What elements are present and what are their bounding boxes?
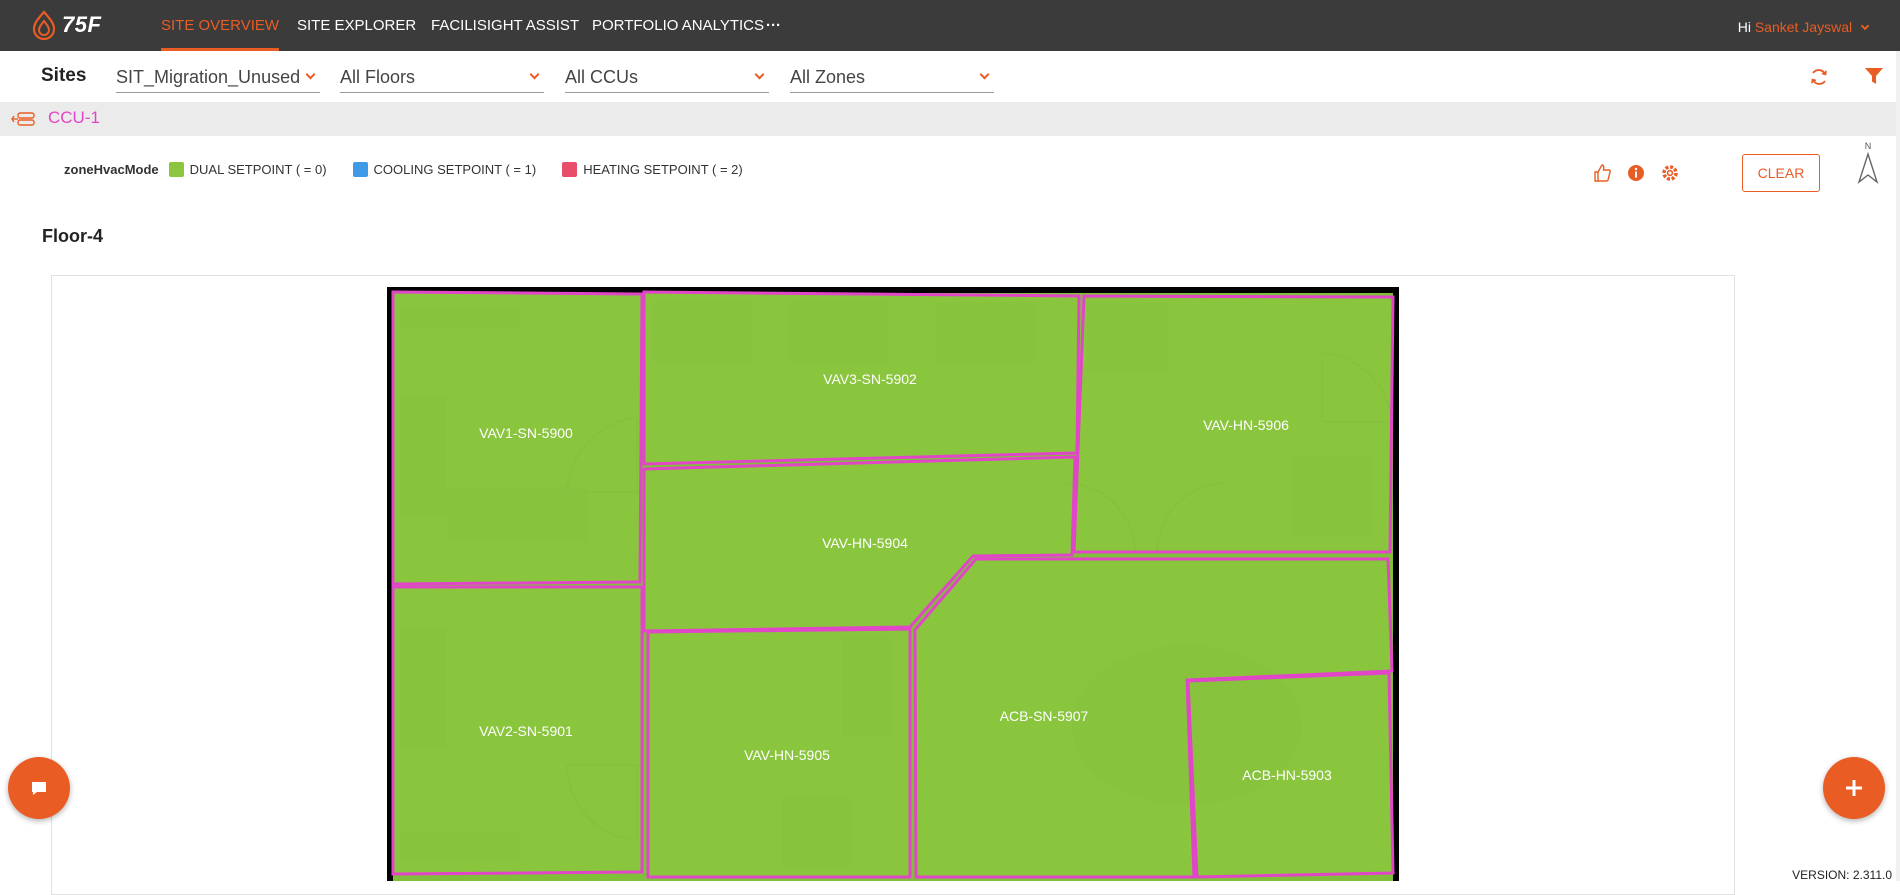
chevron-down-icon (754, 69, 765, 80)
add-button[interactable] (1823, 757, 1885, 819)
chevron-down-icon (529, 69, 540, 80)
zone-select-value: All Zones (790, 67, 866, 87)
zone-label-vav1-sn-5900: VAV1-SN-5900 (479, 425, 573, 441)
legend-item-heating: HEATING SETPOINT ( = 2) (562, 162, 743, 177)
scrollbar[interactable] (1896, 51, 1900, 881)
chat-button[interactable] (8, 757, 70, 819)
floor-tools (1592, 163, 1680, 183)
floor-select-value: All Floors (340, 67, 416, 87)
logo-text: 75F (62, 12, 102, 37)
filter-icon[interactable] (1864, 66, 1884, 86)
gear-icon[interactable] (1660, 163, 1680, 183)
greeting-text: Hi (1737, 19, 1751, 35)
zone-label-vav3-sn-5902: VAV3-SN-5902 (823, 371, 917, 387)
legend-title: zoneHvacMode (64, 162, 159, 177)
legend-item-dual: DUAL SETPOINT ( = 0) (168, 162, 327, 177)
user-menu[interactable]: Hi Sanket Jayswal (1737, 0, 1870, 51)
north-arrow-icon: N (1857, 141, 1879, 184)
legend-label: HEATING SETPOINT ( = 2) (583, 162, 743, 177)
chevron-down-icon (1860, 21, 1870, 31)
legend-swatch (168, 162, 184, 177)
tab-facilisight-assist[interactable]: FACILISIGHT ASSIST (431, 0, 579, 51)
north-label: N (1865, 141, 1872, 151)
zone-label-vav2-sn-5901: VAV2-SN-5901 (479, 723, 573, 739)
sites-label: Sites (41, 65, 87, 86)
ccu-device-icon (11, 112, 35, 126)
floor-select[interactable]: All Floors (340, 63, 544, 93)
site-select[interactable]: SIT_Migration_Unused (116, 63, 320, 93)
legend-swatch (562, 162, 578, 177)
legend-label: DUAL SETPOINT ( = 0) (189, 162, 327, 177)
refresh-icon[interactable] (1809, 67, 1829, 87)
ccu-bar: CCU-1 (0, 102, 1900, 136)
chevron-down-icon (979, 69, 990, 80)
legend-swatch (352, 162, 368, 177)
tab-site-overview[interactable]: SITE OVERVIEW (161, 0, 280, 51)
plus-icon (1846, 780, 1862, 796)
ccu-select[interactable]: All CCUs (565, 63, 769, 93)
zone-label-acb-hn-5903: ACB-HN-5903 (1242, 767, 1332, 783)
floor-title: Floor-4 (42, 226, 103, 246)
flame-logo-icon (32, 10, 56, 40)
zone-label-vav-hn-5906: VAV-HN-5906 (1203, 417, 1289, 433)
zone-select[interactable]: All Zones (790, 63, 994, 93)
legend-label: COOLING SETPOINT ( = 1) (373, 162, 537, 177)
user-name: Sanket Jayswal (1754, 19, 1853, 35)
ccu-select-value: All CCUs (565, 67, 639, 87)
tab-site-explorer[interactable]: SITE EXPLORER (297, 0, 416, 51)
thumbs-up-icon[interactable] (1592, 163, 1612, 183)
zone-label-vav-hn-5905: VAV-HN-5905 (744, 747, 830, 763)
version-label: VERSION: 2.311.0 (1792, 868, 1892, 882)
zone-label-vav-hn-5904: VAV-HN-5904 (822, 535, 908, 551)
chat-icon (32, 782, 46, 795)
info-icon[interactable] (1626, 163, 1646, 183)
floor-plan[interactable]: VAV1-SN-5900 VAV3-SN-5902 VAV-HN-5906 VA… (387, 287, 1399, 881)
filter-bar: Sites SIT_Migration_Unused All Floors Al… (0, 51, 1900, 102)
more-menu-icon[interactable]: ··· (766, 0, 781, 51)
tab-portfolio-analytics[interactable]: PORTFOLIO ANALYTICS (592, 0, 764, 51)
legend-item-cooling: COOLING SETPOINT ( = 1) (352, 162, 537, 177)
brand-logo[interactable]: 75F (30, 10, 101, 40)
site-select-value: SIT_Migration_Unused (116, 67, 301, 87)
clear-button[interactable]: CLEAR (1742, 154, 1820, 192)
ccu-name[interactable]: CCU-1 (48, 108, 100, 128)
zone-hvac-legend: zoneHvacMode DUAL SETPOINT ( = 0) COOLIN… (64, 162, 769, 177)
top-nav: 75F SITE OVERVIEW SITE EXPLORER FACILISI… (0, 0, 1900, 51)
zone-label-acb-sn-5907: ACB-SN-5907 (1000, 708, 1089, 724)
chevron-down-icon (305, 69, 316, 80)
